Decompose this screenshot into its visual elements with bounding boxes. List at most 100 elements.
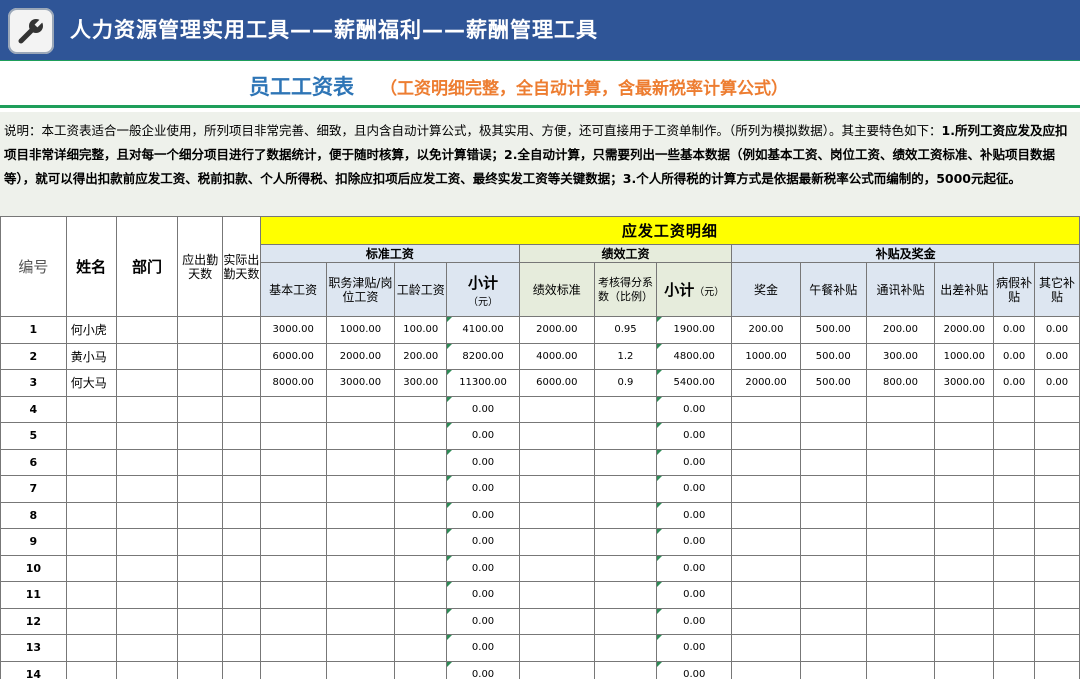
- cell-da[interactable]: [222, 475, 261, 503]
- table-row[interactable]: 1 何小虎 3000.00 1000.00 100.00 4100.00 2000.00 0.…: [0, 316, 1080, 344]
- cell-other[interactable]: [1034, 607, 1080, 635]
- cell-dd[interactable]: [177, 342, 224, 370]
- cell-sub1[interactable]: 0.00: [446, 395, 520, 423]
- cell-other[interactable]: [1034, 395, 1080, 423]
- cell-sick[interactable]: 0.00: [993, 316, 1036, 344]
- cell-no[interactable]: 6: [0, 448, 67, 476]
- cell-other[interactable]: [1034, 581, 1080, 609]
- cell-meal[interactable]: [799, 607, 867, 635]
- cell-bonus[interactable]: [731, 554, 801, 582]
- cell-travel[interactable]: [934, 475, 995, 503]
- cell-coef[interactable]: [593, 581, 658, 609]
- cell-post[interactable]: [325, 660, 396, 679]
- cell-da[interactable]: [222, 660, 261, 679]
- cell-sick[interactable]: [993, 395, 1036, 423]
- cell-post[interactable]: [325, 634, 396, 662]
- cell-sub1[interactable]: 0.00: [446, 501, 520, 529]
- cell-pstd[interactable]: [518, 528, 595, 556]
- cell-sen[interactable]: [394, 607, 448, 635]
- cell-dd[interactable]: [177, 501, 224, 529]
- cell-meal[interactable]: 500.00: [799, 369, 867, 397]
- cell-sub1[interactable]: 4100.00: [446, 316, 520, 344]
- cell-sick[interactable]: 0.00: [993, 369, 1036, 397]
- cell-bonus[interactable]: 2000.00: [731, 369, 801, 397]
- cell-sub2[interactable]: 0.00: [656, 554, 733, 582]
- cell-sub2[interactable]: 1900.00: [656, 316, 733, 344]
- salary-table[interactable]: 编号 姓名 部门 应出勤天数 实际出勤天数 应发工资明细 标准工资 绩效工资 补…: [0, 216, 1080, 679]
- cell-meal[interactable]: 500.00: [799, 316, 867, 344]
- cell-pstd[interactable]: [518, 395, 595, 423]
- cell-da[interactable]: [222, 528, 261, 556]
- cell-dd[interactable]: [177, 607, 224, 635]
- cell-dept[interactable]: [115, 501, 179, 529]
- cell-comm[interactable]: [865, 634, 936, 662]
- cell-no[interactable]: 4: [0, 395, 67, 423]
- table-row[interactable]: 3 何大马 8000.00 3000.00 300.00 11300.00 6000.00 0…: [0, 369, 1080, 397]
- cell-sub2[interactable]: 0.00: [656, 501, 733, 529]
- cell-sub2[interactable]: 0.00: [656, 607, 733, 635]
- cell-dd[interactable]: [177, 528, 224, 556]
- cell-sen[interactable]: 300.00: [394, 369, 448, 397]
- cell-comm[interactable]: 800.00: [865, 369, 936, 397]
- cell-bonus[interactable]: [731, 607, 801, 635]
- cell-travel[interactable]: [934, 528, 995, 556]
- header-dept[interactable]: 部门: [115, 216, 179, 317]
- cell-dd[interactable]: [177, 316, 224, 344]
- cell-sick[interactable]: [993, 448, 1036, 476]
- cell-sub1[interactable]: 11300.00: [446, 369, 520, 397]
- cell-dept[interactable]: [115, 475, 179, 503]
- cell-pstd[interactable]: [518, 581, 595, 609]
- cell-post[interactable]: 2000.00: [325, 342, 396, 370]
- cell-other[interactable]: [1034, 528, 1080, 556]
- cell-post[interactable]: [325, 501, 396, 529]
- cell-meal[interactable]: [799, 395, 867, 423]
- cell-pstd[interactable]: [518, 475, 595, 503]
- cell-dd[interactable]: [177, 660, 224, 679]
- cell-sub2[interactable]: 0.00: [656, 448, 733, 476]
- cell-pstd[interactable]: 2000.00: [518, 316, 595, 344]
- cell-dept[interactable]: [115, 634, 179, 662]
- cell-sen[interactable]: 100.00: [394, 316, 448, 344]
- cell-base[interactable]: [259, 660, 327, 679]
- table-row[interactable]: 8 0.00 0.00: [0, 501, 1080, 529]
- cell-post[interactable]: [325, 475, 396, 503]
- cell-sub1[interactable]: 0.00: [446, 422, 520, 450]
- cell-coef[interactable]: [593, 554, 658, 582]
- cell-travel[interactable]: [934, 660, 995, 679]
- cell-da[interactable]: [222, 422, 261, 450]
- cell-no[interactable]: 11: [0, 581, 67, 609]
- cell-base[interactable]: 6000.00: [259, 342, 327, 370]
- cell-no[interactable]: 7: [0, 475, 67, 503]
- cell-travel[interactable]: [934, 581, 995, 609]
- cell-name[interactable]: [65, 475, 117, 503]
- cell-sub2[interactable]: 5400.00: [656, 369, 733, 397]
- cell-name[interactable]: [65, 395, 117, 423]
- cell-bonus[interactable]: [731, 660, 801, 679]
- cell-comm[interactable]: [865, 448, 936, 476]
- cell-comm[interactable]: [865, 660, 936, 679]
- cell-base[interactable]: [259, 501, 327, 529]
- cell-sub2[interactable]: 0.00: [656, 660, 733, 679]
- cell-comm[interactable]: [865, 475, 936, 503]
- cell-da[interactable]: [222, 607, 261, 635]
- cell-da[interactable]: [222, 369, 261, 397]
- cell-sen[interactable]: [394, 554, 448, 582]
- cell-post[interactable]: 3000.00: [325, 369, 396, 397]
- cell-sen[interactable]: [394, 422, 448, 450]
- header-group-standard[interactable]: 标准工资: [259, 244, 520, 263]
- cell-base[interactable]: [259, 554, 327, 582]
- cell-travel[interactable]: [934, 501, 995, 529]
- cell-no[interactable]: 9: [0, 528, 67, 556]
- cell-base[interactable]: [259, 528, 327, 556]
- cell-coef[interactable]: [593, 607, 658, 635]
- cell-name[interactable]: [65, 660, 117, 679]
- cell-pstd[interactable]: [518, 422, 595, 450]
- cell-da[interactable]: [222, 501, 261, 529]
- cell-sub1[interactable]: 0.00: [446, 528, 520, 556]
- cell-no[interactable]: 10: [0, 554, 67, 582]
- cell-coef[interactable]: [593, 448, 658, 476]
- cell-other[interactable]: 0.00: [1034, 316, 1080, 344]
- cell-dept[interactable]: [115, 607, 179, 635]
- cell-post[interactable]: [325, 554, 396, 582]
- cell-base[interactable]: 8000.00: [259, 369, 327, 397]
